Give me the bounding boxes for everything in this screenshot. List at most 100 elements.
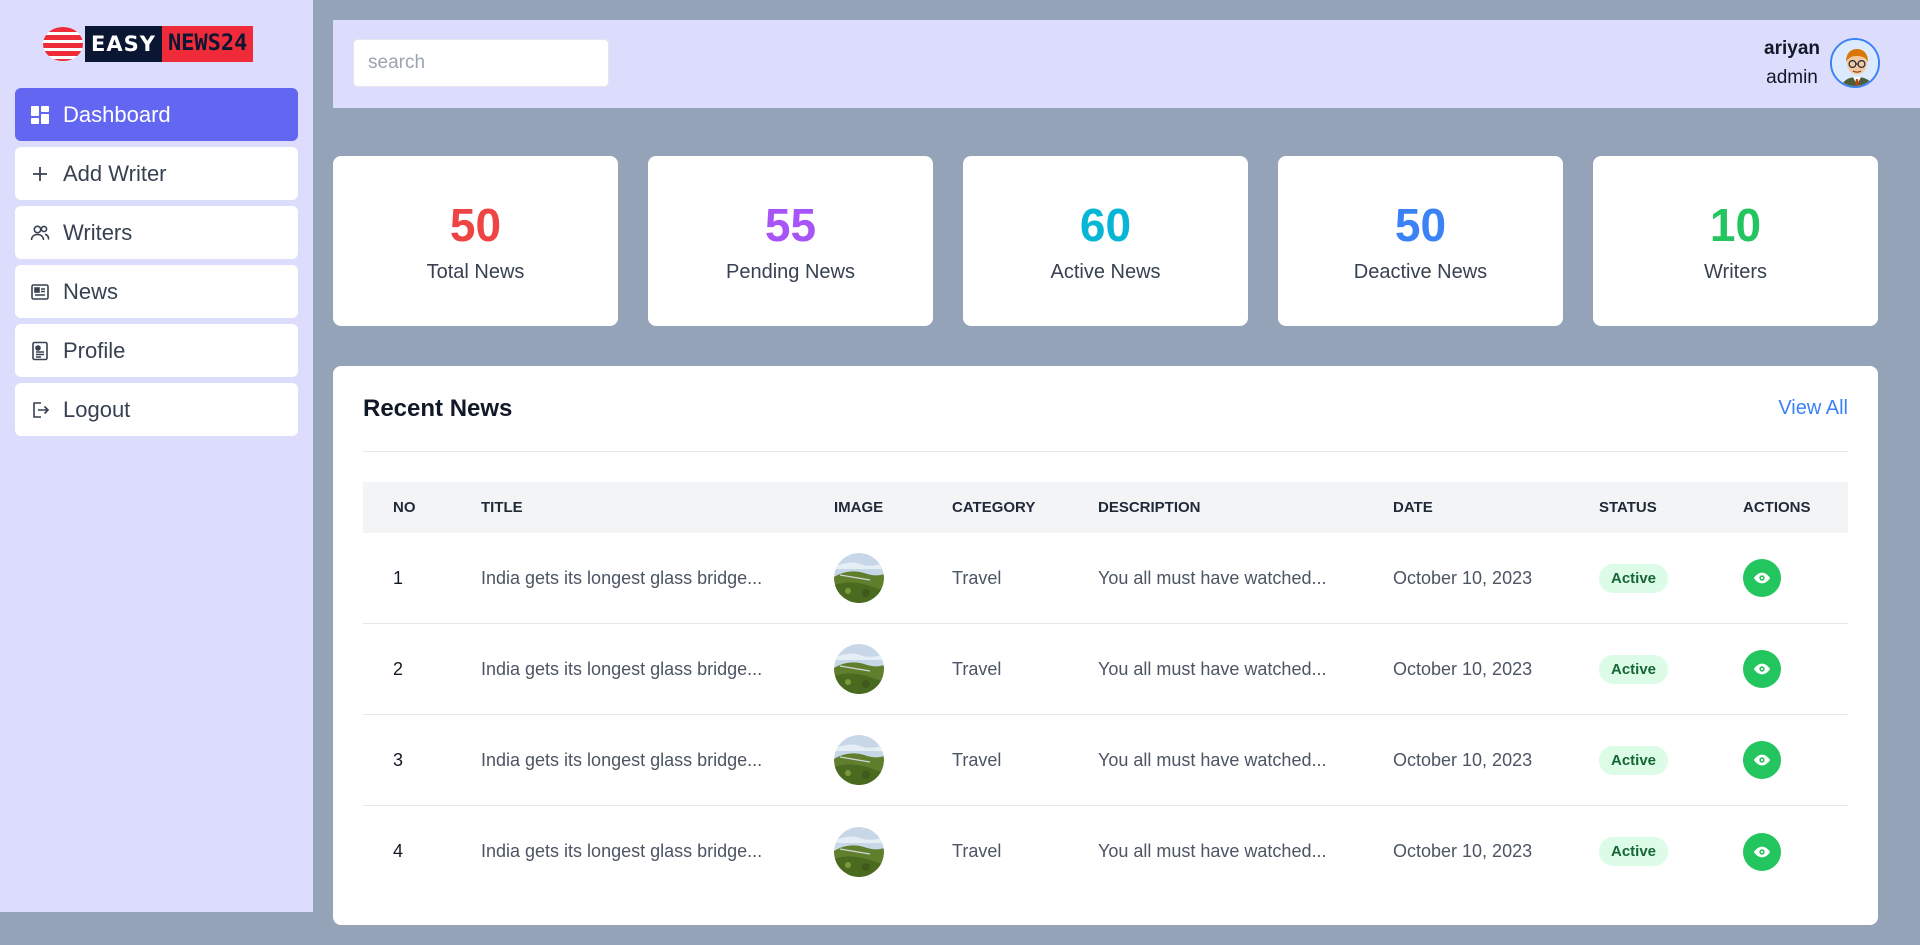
search-input[interactable] <box>353 39 609 87</box>
sidebar-item-label: News <box>63 278 119 304</box>
news-category: Travel <box>952 749 1002 770</box>
actions-cell <box>1743 741 1848 779</box>
stat-value: 60 <box>1079 198 1132 251</box>
sidebar-item-label: Dashboard <box>63 101 171 127</box>
news-thumbnail <box>834 826 884 877</box>
row-number: 3 <box>393 749 404 770</box>
user-role: admin <box>1766 67 1818 88</box>
user-menu[interactable]: ariyan admin <box>1764 34 1880 92</box>
sidebar-item-add-writer[interactable]: Add Writer <box>15 147 298 200</box>
view-all-link[interactable]: View All <box>1778 397 1848 420</box>
sidebar-item-dashboard[interactable]: Dashboard <box>15 88 298 141</box>
recent-news-table: NO TITLE IMAGE CATEGORY DESCRIPTION DATE… <box>363 482 1848 897</box>
status-cell: Active <box>1599 563 1743 593</box>
column-header: DESCRIPTION <box>1098 499 1201 516</box>
row-number: 4 <box>393 841 404 861</box>
stat-label: Total News <box>426 260 525 283</box>
news-category: Travel <box>952 567 1002 588</box>
status-cell: Active <box>1599 745 1743 775</box>
profile-icon <box>29 340 51 362</box>
news-description: You all must have watched... <box>1098 749 1327 770</box>
top-header: ariyan admin <box>333 20 1920 108</box>
news-description: You all must have watched... <box>1098 567 1327 588</box>
news-title[interactable]: India gets its longest glass bridge... <box>481 659 834 680</box>
sidebar-item-writers[interactable]: Writers <box>15 206 298 259</box>
view-news-button[interactable] <box>1743 559 1781 597</box>
eye-icon <box>1753 846 1771 857</box>
news-image-cell <box>834 553 952 603</box>
column-header: CATEGORY <box>952 499 1036 516</box>
sidebar-item-label: Writers <box>63 219 133 245</box>
news-date: October 10, 2023 <box>1393 567 1533 588</box>
view-news-button[interactable] <box>1743 741 1781 779</box>
status-badge: Active <box>1599 837 1669 866</box>
stat-card-active-news: 60 Active News <box>963 156 1248 326</box>
column-header: DATE <box>1393 499 1433 516</box>
news-thumbnail <box>834 553 884 603</box>
stat-value: 10 <box>1709 198 1762 251</box>
avatar[interactable] <box>1830 38 1880 88</box>
news-description: You all must have watched... <box>1098 658 1327 679</box>
users-icon <box>29 222 51 244</box>
sidebar-item-news[interactable]: News <box>15 265 298 318</box>
panel-header: Recent News View All <box>363 366 1848 452</box>
status-cell: Active <box>1599 654 1743 684</box>
newspaper-icon <box>29 281 51 303</box>
row-number: 1 <box>393 567 404 588</box>
news-image-cell <box>834 644 952 694</box>
news-image-cell <box>834 826 952 877</box>
table-row: 2 India gets its longest glass bridge...… <box>363 624 1848 715</box>
sidebar-item-label: Logout <box>63 396 131 422</box>
dashboard-icon <box>29 104 51 126</box>
stat-label: Writers <box>1704 260 1767 283</box>
sidebar-item-logout[interactable]: Logout <box>15 383 298 436</box>
status-badge: Active <box>1599 654 1669 684</box>
sidebar: EASY NEWS24 Dashboard Add Writer Writers <box>0 0 313 912</box>
stat-value: 50 <box>449 198 502 251</box>
recent-news-panel: Recent News View All NO TITLE IMAGE CATE… <box>333 366 1878 925</box>
table-row: 4 India gets its longest glass bridge...… <box>363 806 1848 897</box>
actions-cell <box>1743 832 1848 871</box>
row-number: 2 <box>393 658 404 679</box>
panel-title: Recent News <box>363 394 513 422</box>
news-title[interactable]: India gets its longest glass bridge... <box>481 750 834 771</box>
news-category: Travel <box>952 658 1002 679</box>
news-title[interactable]: India gets its longest glass bridge... <box>481 568 834 589</box>
view-news-button[interactable] <box>1743 650 1781 688</box>
status-cell: Active <box>1599 837 1743 866</box>
column-header: ACTIONS <box>1743 499 1811 516</box>
stat-card-total-news: 50 Total News <box>333 156 618 326</box>
stat-card-deactive-news: 50 Deactive News <box>1278 156 1563 326</box>
brand-part-news: NEWS24 <box>161 26 254 62</box>
news-date: October 10, 2023 <box>1393 841 1533 861</box>
actions-cell <box>1743 650 1848 688</box>
news-description: You all must have watched... <box>1098 841 1327 861</box>
news-category: Travel <box>952 841 1002 861</box>
eye-icon <box>1753 754 1771 766</box>
eye-icon <box>1753 572 1771 584</box>
brand-logo[interactable]: EASY NEWS24 <box>43 26 254 62</box>
stats-row: 50 Total News 55 Pending News 60 Active … <box>333 156 1908 326</box>
news-thumbnail <box>834 644 884 694</box>
news-image-cell <box>834 735 952 785</box>
user-name: ariyan <box>1764 38 1820 59</box>
column-header: STATUS <box>1599 499 1657 516</box>
sidebar-item-label: Profile <box>63 337 126 363</box>
sidebar-nav: Dashboard Add Writer Writers News Profil… <box>15 88 298 442</box>
news-date: October 10, 2023 <box>1393 749 1533 770</box>
plus-icon <box>29 163 51 185</box>
news-title[interactable]: India gets its longest glass bridge... <box>481 841 834 862</box>
stat-value: 50 <box>1394 198 1447 251</box>
view-news-button[interactable] <box>1743 832 1781 871</box>
column-header: TITLE <box>481 499 523 516</box>
table-row: 1 India gets its longest glass bridge...… <box>363 533 1848 624</box>
column-header: NO <box>393 499 416 516</box>
sidebar-item-profile[interactable]: Profile <box>15 324 298 377</box>
stat-label: Active News <box>1050 260 1161 283</box>
status-badge: Active <box>1599 563 1669 593</box>
stat-label: Pending News <box>726 260 855 283</box>
stat-card-pending-news: 55 Pending News <box>648 156 933 326</box>
user-info: ariyan admin <box>1764 34 1820 92</box>
stat-value: 55 <box>764 198 817 251</box>
sidebar-item-label: Add Writer <box>63 160 167 186</box>
